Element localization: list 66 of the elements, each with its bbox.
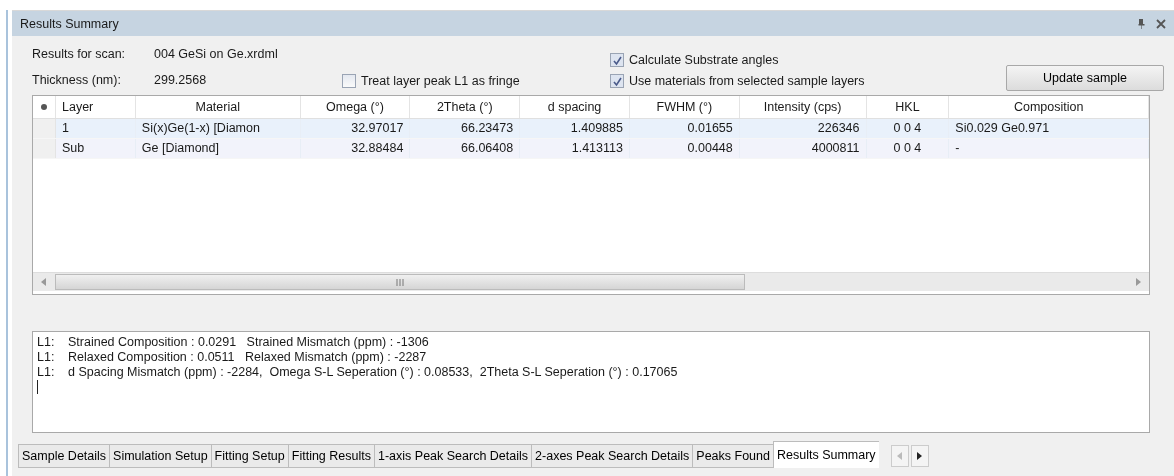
table-cell: 1.413113 [520, 139, 630, 158]
scroll-left-icon[interactable] [41, 278, 47, 286]
tab[interactable]: Simulation Setup [109, 444, 211, 468]
table-cell: Si0.029 Ge0.971 [949, 119, 1149, 138]
text-cursor [37, 380, 38, 394]
checkbox-label: Treat layer peak L1 as fringe [361, 74, 520, 88]
table-cell: 1.409885 [520, 119, 630, 138]
table-cell: Si(x)Ge(1-x) [Diamon [135, 119, 301, 138]
tab[interactable]: Results Summary [773, 441, 879, 468]
field-value: 299.2568 [154, 73, 207, 87]
table-cell: 32.97017 [300, 119, 411, 138]
table-cell: 4000811 [739, 139, 867, 158]
pin-icon[interactable] [1136, 17, 1146, 30]
right-arrow-icon [917, 452, 923, 460]
table-cell: Ge [Diamond] [135, 139, 301, 158]
update-sample-button[interactable]: Update sample [1006, 65, 1164, 91]
grip-icon [396, 278, 404, 286]
scrollbar-thumb[interactable] [55, 274, 745, 290]
horizontal-scrollbar[interactable] [33, 272, 1149, 291]
table-cell: 1 [56, 119, 136, 138]
tab[interactable]: Peaks Found [692, 444, 773, 468]
results-log-field[interactable] [32, 331, 1150, 433]
table-cell: 32.88484 [300, 139, 411, 158]
close-icon[interactable] [1156, 18, 1166, 29]
tab[interactable]: 1-axis Peak Search Details [374, 444, 532, 468]
log-prefix: L1: [37, 335, 56, 350]
tab[interactable]: Fitting Results [287, 444, 374, 468]
column-header[interactable]: HKL [866, 96, 950, 118]
checkbox[interactable] [342, 74, 356, 88]
log-prefix: L1: [37, 350, 56, 365]
field-value: 004 GeSi on Ge.xrdml [154, 47, 278, 61]
column-header[interactable]: 2Theta (°) [410, 96, 521, 118]
log-line: d Spacing Mismatch (ppm) : -2284, Omega S-L Seperation (°) : 0.08533, 2Theta S-L Seperation (°) : 0.17065 [68, 365, 678, 380]
table-cell: - [949, 139, 1149, 158]
checkbox[interactable] [610, 53, 624, 67]
tab[interactable]: 2-axes Peak Search Details [531, 444, 693, 468]
left-arrow-icon [897, 452, 903, 460]
panel-title: Results Summary [20, 16, 119, 31]
scroll-right-icon[interactable] [1135, 278, 1141, 286]
log-line: Relaxed Composition : 0.0511 Relaxed Mismatch (ppm) : -2287 [68, 350, 427, 365]
table-cell: 66.23473 [410, 119, 521, 138]
column-header[interactable]: FWHM (°) [629, 96, 740, 118]
column-header[interactable]: Intensity (cps) [739, 96, 867, 118]
column-header[interactable]: d spacing [520, 96, 630, 118]
checkbox-label: Calculate Substrate angles [629, 53, 779, 67]
checkbox[interactable] [610, 74, 624, 88]
table-cell: 0 0 4 [866, 119, 950, 138]
tab-scroll-right-button[interactable] [910, 445, 929, 467]
field-label: Thickness (nm): [32, 73, 122, 87]
tab[interactable]: Fitting Setup [210, 444, 288, 468]
table-cell: Sub [56, 139, 136, 158]
column-header[interactable]: Composition [949, 96, 1149, 118]
column-header[interactable]: Layer [56, 96, 136, 118]
tab[interactable]: Sample Details [18, 444, 110, 468]
column-header[interactable]: Omega (°) [300, 96, 411, 118]
column-header[interactable]: Material [135, 96, 301, 118]
checkbox-label: Use materials from selected sample layers [629, 74, 865, 88]
field-label: Results for scan: [32, 47, 127, 61]
table-cell: 0.00448 [629, 139, 740, 158]
table-cell: 66.06408 [410, 139, 521, 158]
row-marker-icon [41, 104, 47, 110]
table-cell: 226346 [739, 119, 867, 138]
log-prefix: L1: [37, 365, 56, 380]
table-cell: 0 0 4 [866, 139, 950, 158]
table-cell: 0.01655 [629, 119, 740, 138]
log-line: Strained Composition : 0.0291 Strained Mismatch (ppm) : -1306 [68, 335, 429, 350]
